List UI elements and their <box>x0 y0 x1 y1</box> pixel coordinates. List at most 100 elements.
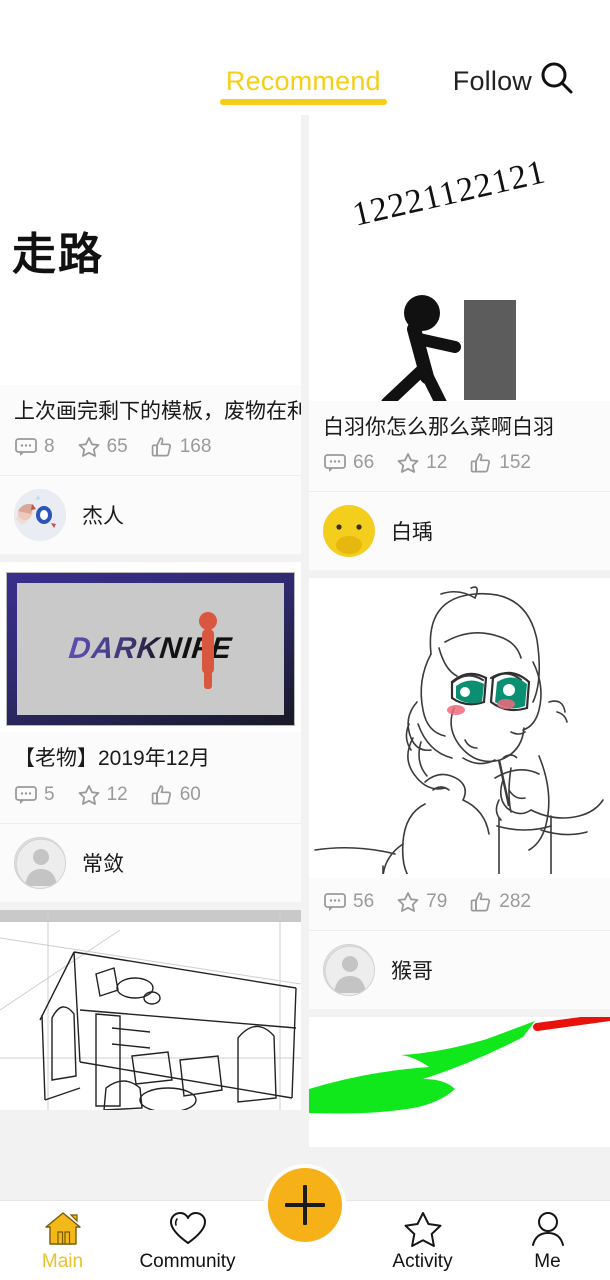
like-count: 282 <box>499 891 531 913</box>
nav-item-me-label: Me <box>534 1251 561 1272</box>
status-bar <box>0 0 610 40</box>
card-author[interactable]: 猴哥 <box>309 930 610 1010</box>
green-arrow-icon <box>309 1017 610 1148</box>
avatar[interactable] <box>14 836 66 889</box>
card-media-walk[interactable]: 走路 <box>0 115 301 385</box>
star-icon <box>404 1212 441 1247</box>
comment-count: 56 <box>353 891 375 913</box>
bottom-navigation: Main Community Activity Me <box>0 1168 610 1280</box>
author-name: 猴哥 <box>391 960 433 984</box>
comment-count: 8 <box>44 436 55 458</box>
tab-recommend[interactable]: Recommend <box>219 66 387 109</box>
app-screen: Recommend Follow 走路 上次画完剩下的模板，废物在利用了 <box>0 0 610 1280</box>
card-media-room-sketch[interactable] <box>0 909 301 1110</box>
like-stat[interactable]: 60 <box>150 783 201 807</box>
anime-girl-lineart-icon <box>313 582 606 879</box>
card-author[interactable]: 白瑀 <box>309 491 610 571</box>
top-header: Recommend Follow <box>0 40 610 115</box>
star-icon <box>397 892 419 913</box>
card-title: 上次画完剩下的模板，废物在利用了 <box>14 400 301 423</box>
like-stat[interactable]: 152 <box>469 451 531 475</box>
like-stat[interactable]: 168 <box>150 435 212 459</box>
star-icon <box>397 453 419 474</box>
comment-icon <box>15 438 37 457</box>
like-stat[interactable]: 282 <box>469 890 531 914</box>
card-stats: 56 79 282 <box>309 878 610 930</box>
comment-icon <box>324 893 346 912</box>
red-stickman-icon <box>199 612 217 690</box>
like-count: 60 <box>179 783 201 805</box>
card-stats: 66 12 152 <box>309 451 610 491</box>
media-text-walk: 走路 <box>12 230 104 279</box>
darknife-inner: DARKNIFE <box>17 583 284 716</box>
feed-card-darknife[interactable]: DARKNIFE 【老物】2019年12月 5 12 60 常敛 <box>0 562 301 902</box>
card-media-darknife[interactable]: DARKNIFE <box>0 562 301 733</box>
nav-item-me[interactable]: Me <box>485 1210 610 1271</box>
feed-card-room-sketch[interactable] <box>0 909 301 1110</box>
card-author[interactable]: 杰人 <box>0 475 301 555</box>
comment-icon <box>324 454 346 473</box>
comment-stat[interactable]: 8 <box>14 435 55 459</box>
favorite-stat[interactable]: 65 <box>77 435 128 459</box>
card-author[interactable]: 常敛 <box>0 822 301 902</box>
darknife-frame: DARKNIFE <box>6 572 295 727</box>
card-title: 白羽你怎么那么菜啊白羽 <box>323 416 554 439</box>
tab-follow[interactable]: Follow <box>447 68 538 109</box>
thumbs-up-icon <box>471 892 491 912</box>
avatar[interactable] <box>323 944 375 997</box>
thumbs-up-icon <box>471 453 491 473</box>
comment-stat[interactable]: 66 <box>323 451 374 475</box>
thumbs-up-icon <box>151 437 171 457</box>
card-media-green-arrow[interactable] <box>309 1017 610 1148</box>
comment-count: 66 <box>353 452 375 474</box>
favorite-stat[interactable]: 12 <box>77 783 128 807</box>
tab-follow-label: Follow <box>452 66 532 96</box>
author-name: 常敛 <box>82 852 124 876</box>
tab-active-underline <box>219 99 387 105</box>
nav-item-community-label: Community <box>139 1251 236 1272</box>
heart-icon <box>169 1212 206 1244</box>
comment-stat[interactable]: 5 <box>14 783 55 807</box>
thumbs-up-icon <box>151 784 171 804</box>
favorite-stat[interactable]: 12 <box>396 451 447 475</box>
favorite-stat[interactable]: 79 <box>396 890 447 914</box>
nav-item-community[interactable]: Community <box>125 1210 250 1271</box>
like-count: 168 <box>179 436 212 458</box>
avatar[interactable] <box>14 489 66 542</box>
nav-item-main[interactable]: Main <box>0 1210 125 1271</box>
author-name: 白瑀 <box>391 521 433 545</box>
stickman-figure-icon <box>381 295 516 401</box>
feed-card-anime-girl[interactable]: 56 79 282 猴哥 <box>309 578 610 1010</box>
feed-card-walk[interactable]: 走路 上次画完剩下的模板，废物在利用了 8 <box>0 115 301 555</box>
author-name: 杰人 <box>82 505 124 529</box>
feed-grid[interactable]: 走路 上次画完剩下的模板，废物在利用了 8 <box>0 115 610 1200</box>
search-button[interactable] <box>534 55 580 101</box>
star-icon <box>78 784 99 805</box>
comment-icon <box>15 785 37 804</box>
tab-recommend-label: Recommend <box>225 66 381 96</box>
feed-card-stickman[interactable]: 12221122121 白羽你怎么那么菜啊白羽 66 12 152 白瑀 <box>309 115 610 571</box>
generic-person-avatar-icon <box>15 837 65 888</box>
favorite-count: 12 <box>106 783 128 805</box>
generic-person-avatar-icon <box>324 945 374 996</box>
duck-avatar-icon <box>323 505 375 558</box>
search-icon <box>541 62 573 93</box>
like-count: 152 <box>499 452 531 474</box>
nav-item-main-label: Main <box>41 1251 84 1272</box>
nav-item-activity[interactable]: Activity <box>360 1210 485 1271</box>
favorite-count: 65 <box>106 436 128 458</box>
comment-stat[interactable]: 56 <box>323 890 374 914</box>
feed-column-left: 走路 上次画完剩下的模板，废物在利用了 8 <box>0 115 301 1200</box>
plus-icon-vertical <box>303 1185 307 1225</box>
anime-avatar-icon <box>14 489 66 542</box>
room-sketch-icon <box>0 909 301 1110</box>
card-media-anime-girl[interactable] <box>309 578 610 879</box>
feed-column-right: 12221122121 白羽你怎么那么菜啊白羽 66 12 152 白瑀 56 … <box>309 115 610 1200</box>
card-media-stickman[interactable]: 12221122121 <box>309 115 610 401</box>
star-icon <box>78 437 99 458</box>
avatar[interactable] <box>323 505 375 558</box>
feed-card-green-arrow[interactable] <box>309 1017 610 1148</box>
card-stats: 5 12 60 <box>0 783 301 823</box>
favorite-count: 79 <box>426 891 448 913</box>
create-post-fab[interactable] <box>268 1168 342 1242</box>
